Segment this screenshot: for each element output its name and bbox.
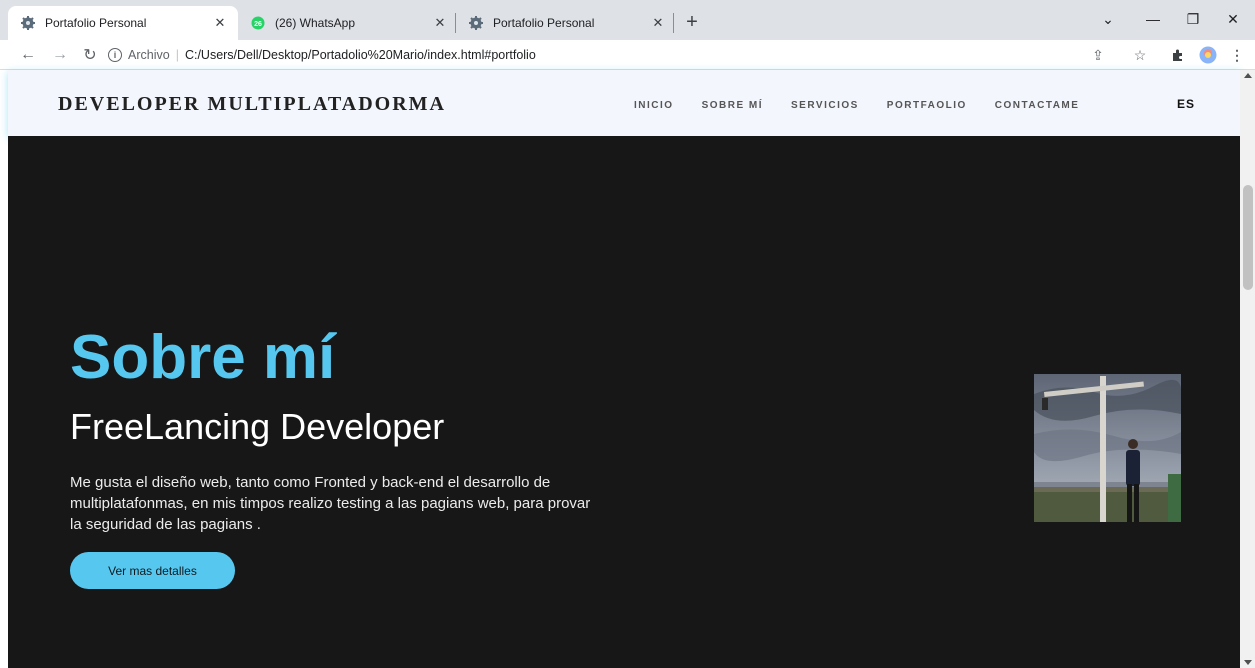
forward-arrow-icon[interactable]: →: [48, 43, 72, 67]
profile-avatar-icon[interactable]: [1197, 44, 1219, 66]
share-icon[interactable]: ⇪: [1087, 44, 1109, 66]
tab-search-chevron-icon[interactable]: ⌄: [1088, 6, 1128, 32]
browser-tab-3[interactable]: Portafolio Personal ✕: [456, 6, 676, 40]
section-title: Sobre mí: [70, 323, 336, 392]
language-toggle[interactable]: ES: [1177, 97, 1195, 111]
browser-tab-2[interactable]: 26 (26) WhatsApp ✕: [238, 6, 458, 40]
close-tab-icon[interactable]: ✕: [648, 13, 668, 33]
address-divider: |: [175, 48, 179, 62]
close-tab-icon[interactable]: ✕: [430, 13, 450, 33]
site-brand[interactable]: DEVELOPER MULTIPLATADORMA: [58, 93, 446, 116]
extensions-puzzle-icon[interactable]: [1167, 44, 1189, 66]
nav-item-sobre-mi[interactable]: SOBRE MÍ: [702, 100, 763, 111]
scroll-down-arrow-icon[interactable]: [1244, 660, 1252, 665]
address-bar[interactable]: i Archivo | C:/Users/Dell/Desktop/Portad…: [108, 42, 1158, 68]
profile-photo: [1034, 374, 1181, 522]
menu-kebab-icon[interactable]: ⋮: [1226, 44, 1248, 66]
bookmark-star-icon[interactable]: ☆: [1129, 44, 1151, 66]
tab-title: (26) WhatsApp: [275, 16, 356, 30]
scroll-up-arrow-icon[interactable]: [1244, 73, 1252, 78]
gear-icon: [20, 15, 36, 31]
tab-separator: [673, 13, 674, 33]
browser-toolbar: ← → ↻ i Archivo | C:/Users/Dell/Desktop/…: [0, 40, 1255, 70]
nav-item-servicios[interactable]: SERVICIOS: [791, 100, 859, 111]
tab-title: Portafolio Personal: [45, 16, 147, 30]
scrollbar-thumb[interactable]: [1243, 185, 1253, 290]
page-scrollbar[interactable]: [1240, 70, 1255, 668]
reload-icon[interactable]: ↻: [78, 43, 102, 67]
nav-item-contactame[interactable]: CONTACTAME: [995, 100, 1080, 111]
section-description: Me gusta el diseño web, tanto como Front…: [70, 474, 591, 533]
whatsapp-icon: 26: [250, 15, 266, 31]
url-text: C:/Users/Dell/Desktop/Portadolio%20Mario…: [184, 48, 536, 62]
site-header: DEVELOPER MULTIPLATADORMA INICIO SOBRE M…: [8, 70, 1240, 136]
viewport-edge: [0, 70, 8, 668]
close-tab-icon[interactable]: ✕: [210, 13, 230, 33]
scheme-label: Archivo: [128, 48, 170, 62]
tab-title: Portafolio Personal: [493, 16, 595, 30]
svg-text:26: 26: [254, 21, 262, 28]
more-details-button[interactable]: Ver mas detalles: [70, 552, 235, 589]
section-subtitle: FreeLancing Developer: [70, 406, 445, 447]
about-section: Sobre mí FreeLancing Developer Me gusta …: [8, 136, 1240, 668]
browser-tab-strip: Portafolio Personal ✕ 26 (26) WhatsApp ✕…: [0, 0, 1255, 40]
site-nav: INICIO SOBRE MÍ SERVICIOS PORTFAOLIO CON…: [634, 100, 1107, 111]
new-tab-icon[interactable]: +: [680, 10, 704, 34]
browser-tab-1[interactable]: Portafolio Personal ✕: [8, 6, 238, 40]
nav-item-portfolio[interactable]: PORTFAOLIO: [887, 100, 967, 111]
info-icon[interactable]: i: [108, 48, 122, 62]
gear-icon: [468, 15, 484, 31]
close-window-icon[interactable]: ✕: [1213, 6, 1253, 32]
back-arrow-icon[interactable]: ←: [16, 43, 40, 67]
minimize-icon[interactable]: —: [1133, 6, 1173, 32]
nav-item-inicio[interactable]: INICIO: [634, 100, 674, 111]
restore-icon[interactable]: ❐: [1173, 6, 1213, 32]
